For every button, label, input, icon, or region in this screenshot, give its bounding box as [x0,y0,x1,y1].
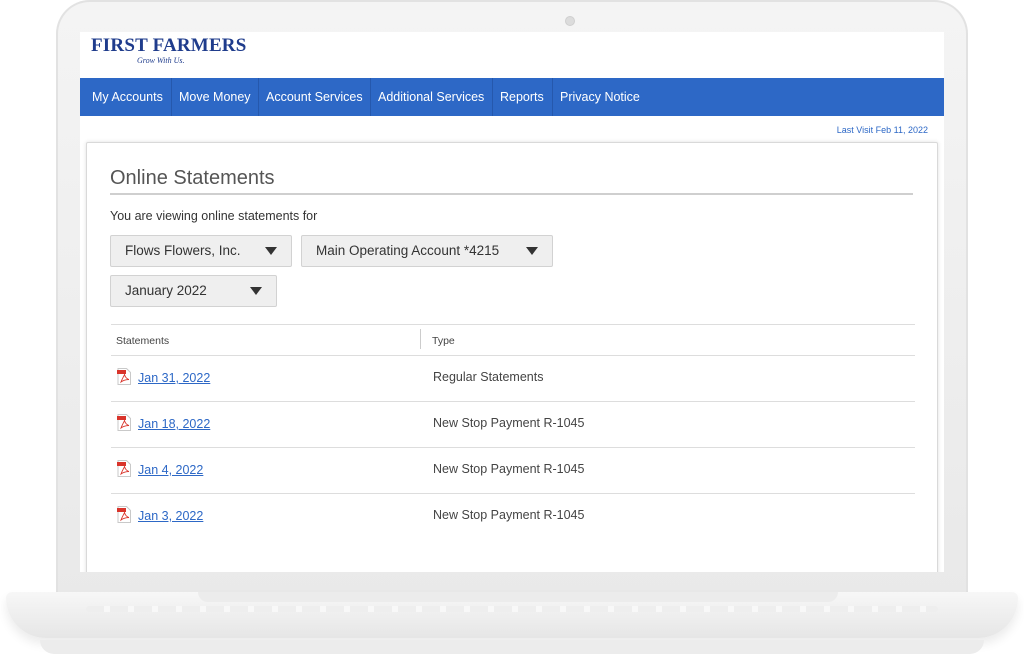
account-select-value: Main Operating Account *4215 [316,243,500,258]
nav-additional-services[interactable]: Additional Services [378,78,484,116]
laptop-base-bottom [40,640,984,654]
statement-row: Jan 4, 2022 New Stop Payment R-1045 [111,448,915,494]
nav-reports[interactable]: Reports [500,78,544,116]
pdf-icon[interactable] [117,460,131,477]
pdf-icon[interactable] [117,368,131,385]
title-divider [110,193,913,195]
table-top-border [111,324,915,325]
statement-link[interactable]: Jan 3, 2022 [138,509,203,523]
period-select[interactable]: January 2022 [110,275,277,307]
statement-type: New Stop Payment R-1045 [433,462,585,476]
first-farmers-logo[interactable]: FIRST FARMERS Grow With Us. [91,36,261,72]
statement-link[interactable]: Jan 4, 2022 [138,463,203,477]
pdf-icon[interactable] [117,414,131,431]
nav-my-accounts[interactable]: My Accounts [92,78,163,116]
statement-row: Jan 31, 2022 Regular Statements [111,356,915,402]
nav-divider [492,78,493,116]
laptop-keyboard-strip [86,606,938,612]
nav-privacy-notice[interactable]: Privacy Notice [560,78,640,116]
nav-move-money[interactable]: Move Money [179,78,251,116]
nav-divider [171,78,172,116]
laptop-notch [198,592,838,602]
nav-divider [552,78,553,116]
statement-row: Jan 3, 2022 New Stop Payment R-1045 [111,494,915,540]
last-visit-text: Last Visit Feb 11, 2022 [836,125,928,135]
nav-account-services[interactable]: Account Services [266,78,363,116]
caret-down-icon [265,247,277,255]
camera-dot [565,16,575,26]
pdf-icon[interactable] [117,506,131,523]
account-select[interactable]: Main Operating Account *4215 [301,235,553,267]
company-select[interactable]: Flows Flowers, Inc. [110,235,292,267]
page-title: Online Statements [110,167,275,189]
laptop-base [6,592,1018,638]
period-select-value: January 2022 [125,283,207,298]
statement-type: Regular Statements [433,370,544,384]
caret-down-icon [250,287,262,295]
caret-down-icon [526,247,538,255]
logo-title: FIRST FARMERS [91,35,247,56]
browser-screen: FIRST FARMERS Grow With Us. My Accounts … [80,32,944,572]
nav-divider [258,78,259,116]
column-divider [420,329,421,349]
main-navigation: My Accounts Move Money Account Services … [80,78,944,116]
logo-tagline: Grow With Us. [137,56,185,65]
nav-divider [370,78,371,116]
statement-row: Jan 18, 2022 New Stop Payment R-1045 [111,402,915,448]
column-header-type[interactable]: Type [432,335,455,347]
statements-panel: Online Statements You are viewing online… [86,142,938,572]
company-select-value: Flows Flowers, Inc. [125,243,241,258]
column-header-statements[interactable]: Statements [116,335,169,347]
statement-type: New Stop Payment R-1045 [433,416,585,430]
statement-link[interactable]: Jan 18, 2022 [138,417,210,431]
viewing-label: You are viewing online statements for [110,209,318,223]
statement-type: New Stop Payment R-1045 [433,508,585,522]
statement-link[interactable]: Jan 31, 2022 [138,371,210,385]
